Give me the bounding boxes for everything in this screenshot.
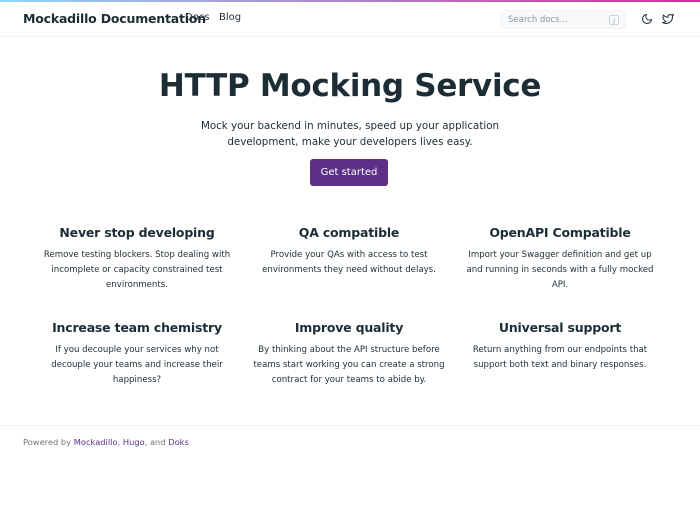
feature-title: Improve quality — [294, 320, 404, 335]
moon-icon[interactable] — [641, 13, 655, 27]
feature-title: Increase team chemistry — [52, 320, 222, 335]
feature-text: Provide your QAs with access to test env… — [262, 250, 436, 275]
search-box[interactable]: / — [501, 10, 626, 29]
feature-text: By thinking about the API structure befo… — [253, 345, 445, 385]
search-input[interactable] — [508, 14, 603, 26]
feature-title: Universal support — [498, 320, 622, 335]
feature-title: OpenAPI Compatible — [489, 225, 631, 240]
feature-card: Never stop developing Remove testing blo… — [37, 225, 237, 293]
feature-title: Never stop developing — [59, 225, 215, 240]
nav-link-blog[interactable]: Blog — [219, 12, 241, 23]
footer-link-hugo[interactable]: Hugo — [123, 437, 145, 447]
feature-text: Return anything from our endpoints that … — [472, 345, 648, 370]
footer-divider — [0, 425, 700, 426]
feature-card: Universal support Return anything from o… — [460, 320, 660, 373]
search-shortcut-key: / — [609, 15, 619, 25]
feature-card: QA compatible Provide your QAs with acce… — [249, 225, 449, 278]
footer-separator: , — [117, 437, 121, 447]
footer-link-doks[interactable]: Doks — [168, 437, 189, 447]
feature-card: Improve quality By thinking about the AP… — [249, 320, 449, 388]
hero-title: HTTP Mocking Service — [158, 68, 542, 104]
top-navbar: Mockadillo Documentation Docs Blog / — [0, 2, 700, 36]
footer-separator: , and — [144, 437, 166, 447]
header-divider — [0, 36, 700, 37]
feature-card: Increase team chemistry If you decouple … — [37, 320, 237, 388]
hero-lead: Mock your backend in minutes, speed up y… — [200, 120, 500, 148]
footer-link-mockadillo[interactable]: Mockadillo — [74, 437, 118, 447]
feature-card: OpenAPI Compatible Import your Swagger d… — [460, 225, 660, 293]
twitter-icon[interactable] — [662, 13, 676, 27]
feature-text: Import your Swagger definition and get u… — [466, 250, 654, 290]
feature-text: Remove testing blockers. Stop dealing wi… — [43, 250, 231, 290]
feature-title: QA compatible — [298, 225, 400, 240]
nav-link-docs[interactable]: Docs — [185, 12, 210, 23]
get-started-button[interactable]: Get started — [310, 159, 388, 186]
feature-text: If you decouple your services why not de… — [51, 345, 223, 385]
footer: Powered by Mockadillo, Hugo, and Doks — [23, 437, 189, 447]
footer-prefix: Powered by — [23, 437, 72, 447]
brand-link[interactable]: Mockadillo Documentation — [23, 11, 206, 26]
